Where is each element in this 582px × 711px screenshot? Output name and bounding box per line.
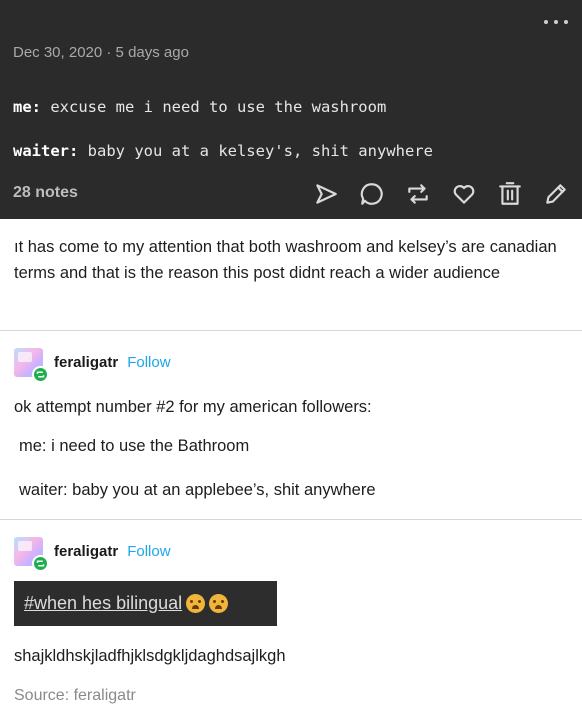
reblog-header: feraligatr Follow — [14, 537, 171, 572]
delete-icon[interactable] — [496, 180, 524, 208]
weary-face-icon — [186, 594, 206, 613]
more-options-button[interactable] — [544, 14, 568, 30]
chat-speaker: waiter: — [13, 142, 79, 160]
reblog-badge-icon — [32, 366, 49, 383]
chat-line: me: excuse me i need to use the washroom — [13, 98, 386, 116]
username[interactable]: feraligatr — [54, 543, 118, 560]
like-icon[interactable] — [450, 180, 478, 208]
avatar[interactable] — [14, 537, 49, 572]
weary-face-icon — [209, 594, 229, 613]
chat-text: excuse me i need to use the washroom — [50, 98, 387, 116]
source-link[interactable]: Source: feraligatr — [14, 687, 136, 705]
chat-line: waiter: baby you at an applebee’s, shit … — [19, 481, 376, 499]
avatar[interactable] — [14, 348, 49, 383]
reblog-badge-icon — [32, 555, 49, 572]
reblog-comment: ıt has come to my attention that both wa… — [0, 234, 582, 286]
chat-text: baby you at a kelsey's, shit anywhere — [87, 142, 433, 160]
reply-icon[interactable] — [358, 180, 386, 208]
reblog-content: shajkldhskjladfhjklsdgkljdaghdsajlkgh — [0, 643, 582, 669]
reblog-content: waiter: baby you at an applebee’s, shit … — [0, 477, 582, 503]
reblog-text: ok attempt number #2 for my american fol… — [14, 398, 372, 416]
chat-line: me: i need to use the Bathroom — [19, 437, 250, 455]
chat-speaker: me: — [13, 98, 41, 116]
post-actions — [312, 180, 570, 208]
reblog-text: ıt has come to my attention that both wa… — [14, 238, 557, 282]
reblog-header: feraligatr Follow — [14, 348, 171, 383]
tag-image: #when hes bilingual — [14, 581, 277, 626]
edit-icon[interactable] — [542, 180, 570, 208]
username[interactable]: feraligatr — [54, 354, 118, 371]
notes-count[interactable]: 28 notes — [13, 184, 78, 202]
original-post: Dec 30, 2020 · 5 days ago me: excuse me … — [0, 0, 582, 219]
follow-button[interactable]: Follow — [127, 543, 170, 560]
reblog-icon[interactable] — [404, 180, 432, 208]
follow-button[interactable]: Follow — [127, 354, 170, 371]
post-timestamp: Dec 30, 2020 · 5 days ago — [13, 44, 189, 61]
hashtag[interactable]: #when hes bilingual — [24, 593, 182, 614]
reblog-content: me: i need to use the Bathroom — [0, 433, 582, 459]
reblog-text: shajkldhskjladfhjklsdgkljdaghdsajlkgh — [14, 647, 286, 665]
chat-line: waiter: baby you at a kelsey's, shit any… — [13, 142, 433, 160]
reblog-content: ok attempt number #2 for my american fol… — [0, 394, 582, 420]
divider — [0, 519, 582, 520]
share-icon[interactable] — [312, 180, 340, 208]
divider — [0, 330, 582, 331]
